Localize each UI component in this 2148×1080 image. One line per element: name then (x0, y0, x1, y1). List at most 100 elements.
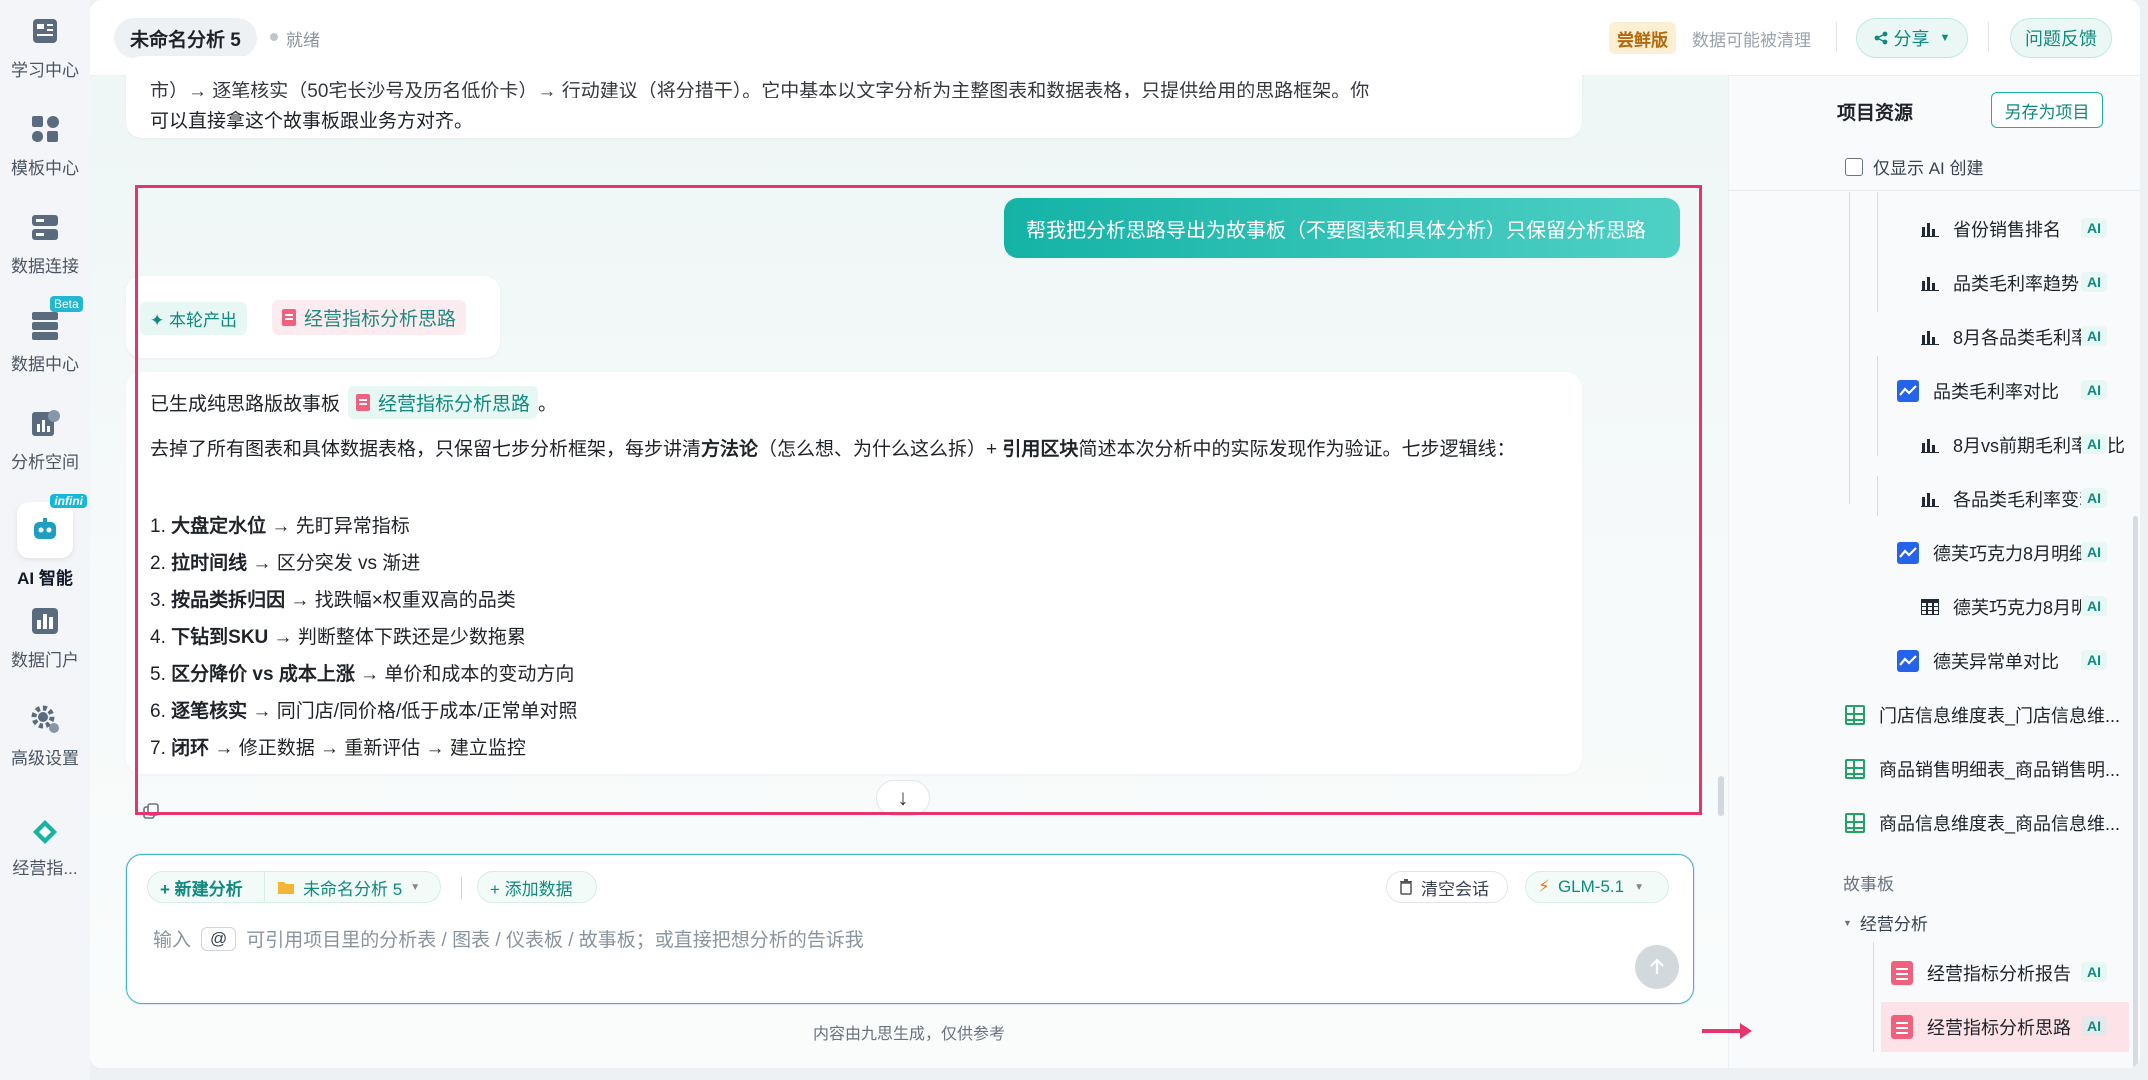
main-card: 未命名分析 5 就绪 尝鲜版 数据可能被清理 分享 ▼ 问题反馈 市）→ 逐笔核… (90, 0, 2140, 1068)
data-notice: 数据可能被清理 (1692, 31, 1811, 50)
tree-item[interactable]: 品类毛利率对比 AI (1729, 366, 2129, 416)
storyboard-item[interactable]: 经营指标分析报告 AI (1729, 948, 2129, 998)
clear-session-button[interactable]: 清空会话 (1386, 871, 1508, 903)
dataset-item[interactable]: 商品销售明细表_商品销售明... (1729, 744, 2129, 794)
line-chart-icon (1897, 380, 1919, 402)
add-data-button[interactable]: + 添加数据 (477, 871, 597, 903)
nav-analysis-space[interactable]: 分析空间 (0, 406, 90, 473)
nav-data-center[interactable]: Beta 数据中心 (0, 296, 90, 375)
spreadsheet-icon (1845, 813, 1865, 833)
model-select[interactable]: ⚡ GLM-5.1 ▼ (1525, 871, 1669, 903)
caret-down-icon: ▼ (1843, 917, 1852, 928)
new-analysis-button[interactable]: + 新建分析 (147, 871, 265, 903)
ai-badge: AI (2081, 326, 2107, 346)
list-item: 2. 拉时间线 → 区分突发 vs 渐进 (150, 553, 421, 574)
beta-badge: Beta (50, 296, 83, 312)
table-icon (1921, 599, 1939, 615)
storyboard-link-chip[interactable]: 经营指标分析思路 (348, 386, 539, 419)
checkbox[interactable] (1845, 157, 1863, 176)
scroll-down-button[interactable]: ↓ (876, 780, 930, 816)
line-chart-icon (1897, 650, 1919, 672)
chevron-down-icon: ▼ (410, 881, 421, 893)
divider (1988, 22, 1989, 52)
step-list: 1. 大盘定水位 → 先盯异常指标 2. 拉时间线 → 区分突发 vs 渐进 3… (150, 508, 578, 767)
ai-reply: 已生成纯思路版故事板 经营指标分析思路 。 去掉了所有图表和具体数据表格，只保留… (126, 372, 1582, 774)
copy-icon[interactable] (142, 802, 160, 820)
tree-item[interactable]: 各品类毛利率变动 AI (1729, 474, 2129, 524)
feedback-button[interactable]: 问题反馈 (2010, 18, 2112, 58)
analysis-icon (32, 410, 60, 436)
reply-lead: 已生成纯思路版故事板 经营指标分析思路 。 (150, 386, 557, 419)
nav-template-center[interactable]: 模板中心 (0, 112, 90, 179)
panel-scrollbar[interactable] (2133, 516, 2138, 1068)
divider (461, 877, 462, 899)
tree-item[interactable]: 品类毛利率趋势 AI (1729, 258, 2129, 308)
nav-learning-center[interactable]: 学习中心 (0, 14, 90, 81)
storyboard-icon (282, 309, 296, 326)
analysis-title[interactable]: 未命名分析 5 (114, 18, 257, 58)
analysis-folder-select[interactable]: 未命名分析 5 ▼ (265, 871, 441, 903)
annotation-arrow-icon (1702, 1023, 1752, 1039)
disclaimer: 内容由九思生成，仅供参考 (812, 1026, 1005, 1043)
nav-data-portal[interactable]: 数据门户 (0, 604, 90, 671)
tree-item[interactable]: 省份销售排名 AI (1729, 204, 2129, 254)
storyboard-group[interactable]: ▼ 经营分析 (1843, 910, 1928, 935)
list-item: 4. 下钻到SKU → 判断整体下跌还是少数拖累 (150, 627, 526, 648)
chat-scrollbar[interactable] (1718, 776, 1724, 816)
storyboard-icon (1891, 1015, 1913, 1039)
book-icon (33, 19, 57, 43)
bar-chart-icon (1921, 277, 1939, 291)
nav-data-connection[interactable]: 数据连接 (0, 210, 90, 277)
user-message: 帮我把分析思路导出为故事板（不要图表和具体分析）只保留分析思路 (1004, 198, 1680, 258)
bar-chart-icon (1921, 331, 1939, 345)
tree-item[interactable]: 8月vs前期毛利率对比 AI (1729, 420, 2129, 470)
server-icon (32, 215, 58, 240)
share-button[interactable]: 分享 ▼ (1856, 18, 1968, 58)
reply-paragraph: 去掉了所有图表和具体数据表格，只保留七步分析框架，每步讲清方法论（怎么想、为什么… (150, 439, 1516, 460)
ai-badge: AI (2081, 434, 2107, 454)
portal-icon (32, 608, 58, 634)
at-mention-token[interactable]: @ (201, 926, 237, 951)
project-diamond-icon (33, 820, 57, 844)
previous-ai-message: 市）→ 逐笔核实（50宅长沙号及历名低价卡）→ 行动建议（将分措干）。它中基本以… (126, 56, 1582, 138)
previous-text-line: 可以直接拿这个故事板跟业务方对齐。 (150, 111, 474, 132)
ai-badge: AI (2081, 272, 2107, 292)
tree-item[interactable]: 德芙巧克力8月明细 AI (1729, 582, 2129, 632)
ai-badge: AI (2081, 596, 2107, 616)
storyboard-link-chip[interactable]: 经营指标分析思路 (272, 300, 467, 335)
ai-badge: AI (2081, 650, 2107, 670)
spreadsheet-icon (1845, 759, 1865, 779)
ai-badge: AI (2081, 962, 2107, 982)
tree-item[interactable]: 8月各品类毛利率 AI (1729, 312, 2129, 362)
send-button[interactable] (1635, 945, 1679, 989)
chevron-down-icon: ▼ (1939, 32, 1951, 44)
nav-project-shortcut[interactable]: 经营指... (0, 818, 90, 879)
chat-area: 市）→ 逐笔核实（50宅长沙号及历名低价卡）→ 行动建议（将分措干）。它中基本以… (90, 56, 1728, 1068)
tree-item[interactable]: 德芙巧克力8月明细 AI (1729, 528, 2129, 578)
only-ai-toggle[interactable]: 仅显示 AI 创建 (1845, 154, 1984, 179)
list-item: 5. 区分降价 vs 成本上涨 → 单价和成本的变动方向 (150, 664, 575, 685)
nav-advanced-settings[interactable]: 高级设置 (0, 702, 90, 769)
save-as-project-button[interactable]: 另存为项目 (1991, 92, 2103, 128)
ai-badge: AI (2081, 488, 2107, 508)
database-icon (32, 312, 58, 340)
bar-chart-icon (1921, 493, 1939, 507)
previous-text-line: 市）→ 逐笔核实（50宅长沙号及历名低价卡）→ 行动建议（将分措干）。它中基本以… (150, 81, 1370, 98)
storyboard-item-selected[interactable]: 经营指标分析思路 AI (1881, 1002, 2129, 1052)
dataset-item[interactable]: 商品信息维度表_商品信息维... (1729, 798, 2129, 848)
trash-icon (1400, 879, 1412, 895)
message-input[interactable]: 输入 @ 可引用项目里的分析表 / 图表 / 仪表板 / 故事板；或直接把想分析… (153, 925, 1593, 952)
bar-chart-icon (1921, 223, 1939, 237)
bar-chart-icon (1921, 439, 1939, 453)
dataset-item[interactable]: 门店信息维度表_门店信息维... (1729, 690, 2129, 740)
tree-item[interactable]: 德芙异常单对比 AI (1729, 636, 2129, 686)
nav-ai[interactable]: infini AI 智能 (0, 494, 90, 589)
template-icon (32, 116, 59, 142)
status-dot (270, 33, 278, 41)
lightning-icon: ⚡ (1538, 877, 1550, 896)
status-text: 就绪 (286, 31, 320, 50)
spreadsheet-icon (1845, 705, 1865, 725)
list-item: 6. 逐笔核实 → 同门店/同价格/低于成本/正常单对照 (150, 701, 578, 722)
gear-icon (31, 705, 59, 733)
project-resources-panel: 项目资源 另存为项目 仅显示 AI 创建 省份销售排名 AI 品类毛利率趋势 AI … (1728, 76, 2140, 1068)
